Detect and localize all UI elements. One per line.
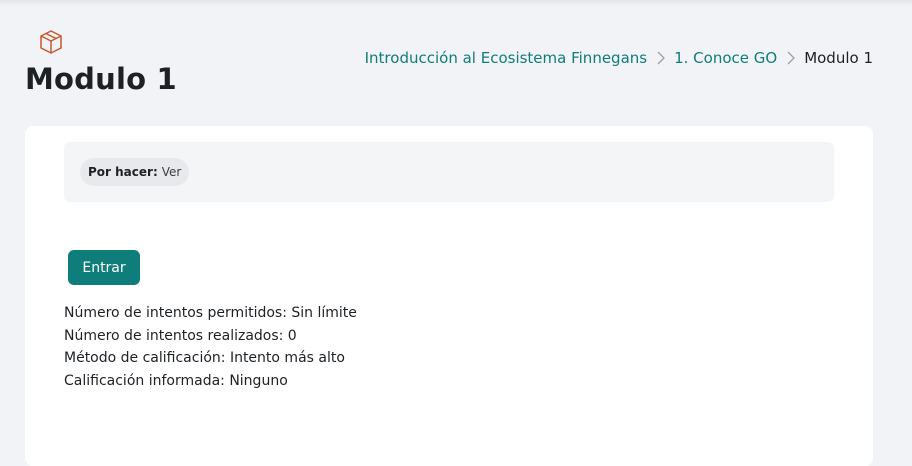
attempts-made: Número de intentos realizados: 0: [64, 327, 297, 344]
breadcrumb-item-course[interactable]: Introducción al Ecosistema Finnegans: [365, 49, 647, 67]
page-title: Modulo 1: [25, 62, 177, 96]
enter-button[interactable]: Entrar: [68, 250, 140, 285]
attempts-allowed: Número de intentos permitidos: Sin límit…: [64, 305, 357, 321]
chevron-right-icon: [786, 51, 796, 65]
activity-card: Por hacer: Ver Entrar Número de intentos…: [25, 126, 873, 466]
breadcrumb-item-section[interactable]: 1. Conoce GO: [674, 49, 777, 67]
grading-method: Método de calificación: Intento más alto: [64, 350, 345, 366]
reported-grade: Calificación informada: Ninguno: [64, 372, 288, 389]
breadcrumb-item-current: Modulo 1: [804, 49, 873, 67]
package-icon: [38, 29, 64, 55]
attempt-info: Número de intentos permitidos: Sin límit…: [64, 302, 357, 392]
breadcrumb: Introducción al Ecosistema Finnegans 1. …: [365, 49, 873, 67]
top-shadow: [0, 0, 912, 6]
status-value: Ver: [161, 165, 182, 179]
completion-requirements: Por hacer: Ver: [64, 142, 834, 202]
chevron-right-icon: [656, 51, 666, 65]
status-key: Por hacer:: [88, 165, 158, 179]
status-badge: Por hacer: Ver: [80, 158, 190, 186]
